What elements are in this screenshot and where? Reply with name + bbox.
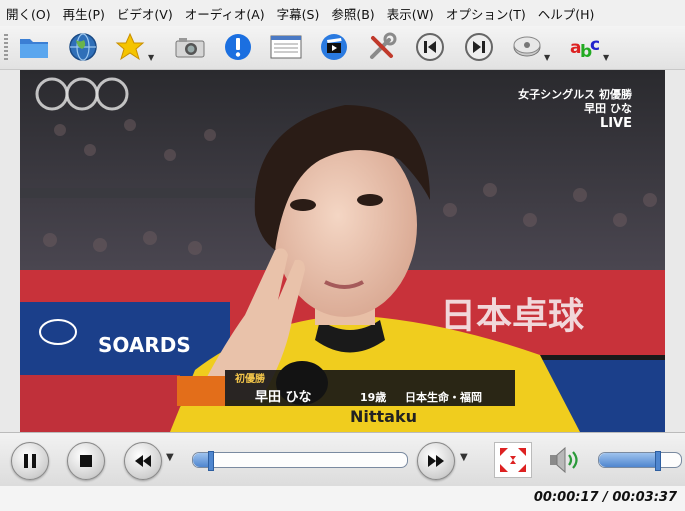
toolbar-grip[interactable] [4,34,8,60]
menu-play[interactable]: 再生(P) [57,4,111,23]
fullscreen-icon [500,448,526,472]
time-display: 00:00:17 / 00:03:37 [533,490,677,505]
caption-age: 19歳 [360,390,386,404]
rewind-button[interactable] [124,442,162,480]
overlay-event: 女子シングルス 初優勝 [518,87,633,101]
seek-handle[interactable] [208,451,214,471]
video-frame: 日本卓球 SOARDS Nittaku 女子シングルス 初優勝 早田 ひな LI… [20,70,665,432]
sponsor-text-1: SOARDS [98,333,191,357]
banner-text: 日本卓球 [440,296,585,337]
caption-team: 日本生命・福岡 [405,390,482,404]
menu-video[interactable]: ビデオ(V) [111,4,179,23]
stop-icon [80,455,92,467]
favorites-dropdown-arrow[interactable]: ▼ [148,53,154,62]
video-clapper-icon[interactable] [317,30,351,64]
screenshot-camera-icon[interactable] [173,30,207,64]
forward-dropdown-arrow[interactable]: ▼ [460,452,468,463]
rewind-dropdown-arrow[interactable]: ▼ [166,452,174,463]
volume-level [599,453,657,467]
audio-dropdown-arrow[interactable]: ▼ [544,53,550,62]
audio-disc-icon[interactable] [510,30,544,64]
forward-icon [428,455,444,467]
menu-browse[interactable]: 参照(B) [325,4,380,23]
preferences-tools-icon[interactable] [365,30,399,64]
menu-help[interactable]: ヘルプ(H) [532,4,601,23]
toolbar: ▼ ▼ abc ▼ [0,26,685,70]
menu-view[interactable]: 表示(W) [381,4,440,23]
pause-button[interactable] [11,442,49,480]
overlay-name: 早田 ひな [584,102,632,115]
rewind-icon [135,455,151,467]
status-bar: 00:00:17 / 00:03:37 [0,486,685,511]
volume-button[interactable] [548,445,580,475]
speaker-icon [550,446,578,474]
control-bar: ▼ ▼ [0,432,685,486]
seek-bar[interactable] [192,451,408,471]
volume-slider[interactable] [598,451,682,471]
volume-handle[interactable] [655,451,661,471]
globe-icon[interactable] [66,30,100,64]
caption-name: 早田 ひな [255,390,312,405]
fullscreen-button[interactable] [494,442,532,478]
jersey-sponsor: Nittaku [350,407,417,426]
caption-tag: 初優勝 [235,372,266,385]
forward-button[interactable] [417,442,455,480]
menu-subtitles[interactable]: 字幕(S) [271,4,326,23]
folder-icon[interactable] [17,30,51,64]
menu-open[interactable]: 開く(O) [0,4,57,23]
menu-audio[interactable]: オーディオ(A) [179,4,271,23]
subtitles-dropdown-arrow[interactable]: ▼ [603,53,609,62]
stop-button[interactable] [67,442,105,480]
next-icon[interactable] [462,30,496,64]
previous-icon[interactable] [413,30,447,64]
playlist-icon[interactable] [269,30,303,64]
svg-text:c: c [590,35,600,55]
subtitles-abc-icon[interactable]: abc [568,30,602,64]
info-icon[interactable] [221,30,255,64]
video-display[interactable]: 日本卓球 SOARDS Nittaku 女子シングルス 初優勝 早田 ひな LI… [20,70,665,432]
menu-bar: 開く(O) 再生(P) ビデオ(V) オーディオ(A) 字幕(S) 参照(B) … [0,0,685,26]
menu-options[interactable]: オプション(T) [440,4,532,23]
live-label: LIVE [600,116,632,131]
favorites-star-icon[interactable] [113,30,147,64]
pause-icon [24,454,36,468]
